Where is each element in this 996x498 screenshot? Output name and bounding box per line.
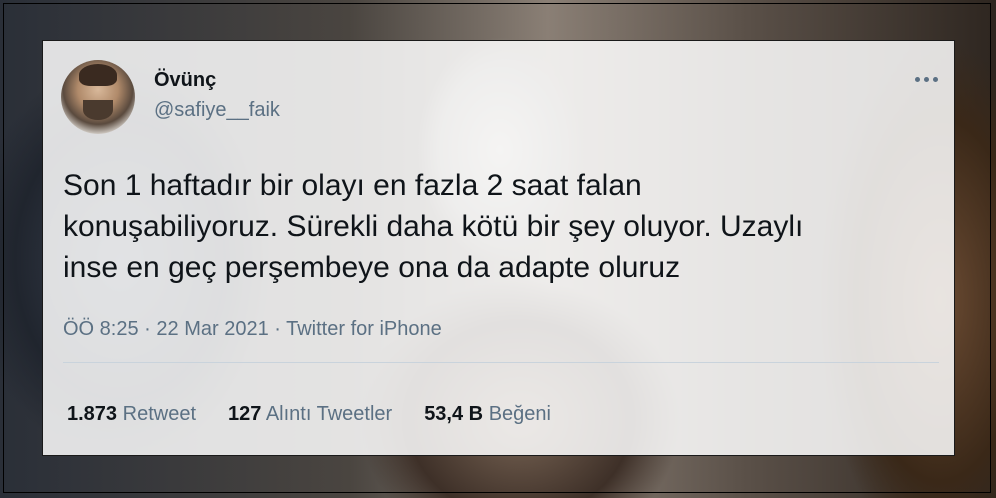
- likes-label: Beğeni: [488, 403, 551, 425]
- tweet-date[interactable]: 22 Mar 2021: [156, 318, 268, 340]
- tweet-card: Övünç @safiye__faik Son 1 haftadır bir o…: [42, 40, 955, 456]
- meta-separator: ·: [268, 318, 287, 340]
- avatar[interactable]: [61, 60, 135, 134]
- likes-stat[interactable]: 53,4 B Beğeni: [424, 403, 551, 426]
- more-dot: [923, 76, 929, 82]
- more-dot: [914, 76, 920, 82]
- quotes-stat[interactable]: 127 Alıntı Tweetler: [228, 403, 392, 426]
- tweet-time[interactable]: ÖÖ 8:25: [63, 318, 139, 340]
- retweets-count: 1.873: [67, 403, 118, 425]
- likes-count: 53,4 B: [424, 403, 484, 425]
- author-handle[interactable]: @safiye__faik: [154, 99, 280, 122]
- retweets-label: Retweet: [122, 403, 196, 425]
- quotes-count: 127: [228, 403, 262, 425]
- author-display-name[interactable]: Övünç: [154, 69, 216, 92]
- tweet-text: Son 1 haftadır bir olayı en fazla 2 saat…: [63, 165, 943, 288]
- tweet-text-line: inse en geç perşembeye ona da adapte olu…: [63, 251, 681, 284]
- tweet-text-line: Son 1 haftadır bir olayı en fazla 2 saat…: [63, 169, 642, 202]
- avatar-hair: [79, 64, 117, 86]
- quotes-label: Alıntı Tweetler: [265, 403, 393, 425]
- tweet-text-line: konuşabiliyoruz. Sürekli daha kötü bir ş…: [63, 210, 804, 243]
- tweet-source[interactable]: Twitter for iPhone: [286, 318, 442, 340]
- divider: [63, 362, 939, 363]
- avatar-beard: [83, 100, 113, 120]
- more-dot: [932, 76, 938, 82]
- more-horizontal-icon[interactable]: [913, 74, 939, 84]
- meta-separator: ·: [138, 318, 157, 340]
- tweet-stats: 1.873 Retweet 127 Alıntı Tweetler 53,4 B…: [67, 403, 551, 426]
- tweet-meta: ÖÖ 8:25 · 22 Mar 2021 · Twitter for iPho…: [63, 318, 442, 341]
- retweets-stat[interactable]: 1.873 Retweet: [67, 403, 196, 426]
